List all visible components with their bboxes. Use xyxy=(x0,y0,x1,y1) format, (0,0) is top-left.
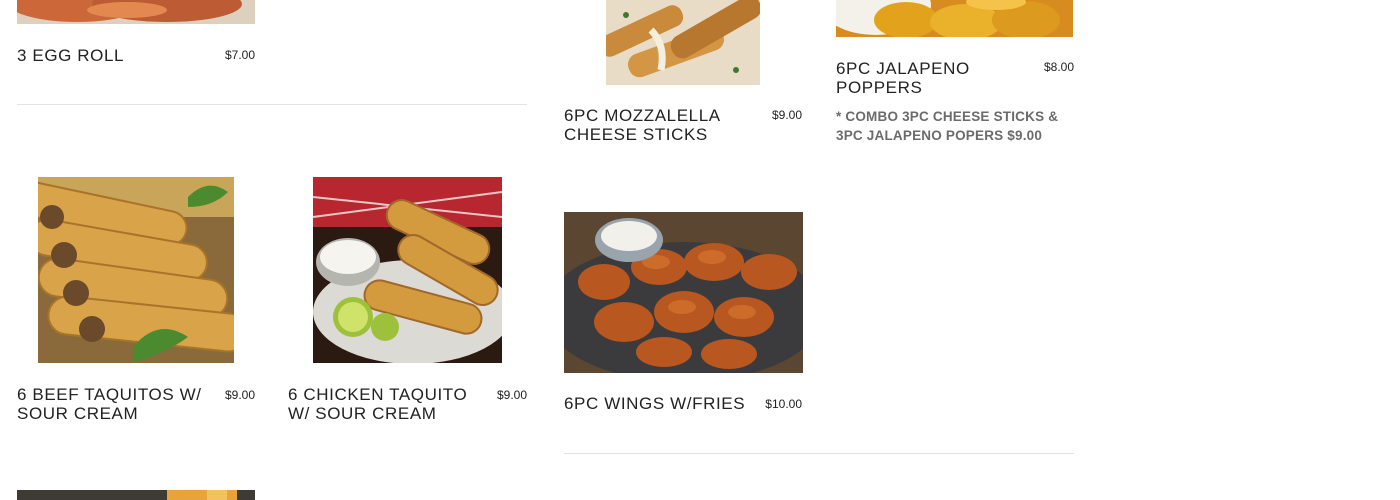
beef-taquitos-photo[interactable] xyxy=(38,177,234,363)
mozzarella-sticks-photo[interactable] xyxy=(606,0,760,85)
wings-photo[interactable] xyxy=(564,212,803,373)
chicken-taquito-photo[interactable] xyxy=(313,177,502,363)
item-price-wings: $10.00 xyxy=(765,397,802,411)
item-price-beef-taquitos: $9.00 xyxy=(224,388,255,402)
item-price-mozzarella-sticks: $9.00 xyxy=(771,108,802,122)
item-price-egg-roll: $7.00 xyxy=(224,48,255,62)
next-item-photo[interactable] xyxy=(17,490,255,500)
jalapeno-poppers-photo[interactable] xyxy=(836,0,1073,37)
egg-roll-photo[interactable] xyxy=(17,0,255,24)
item-price-chicken-taquito: $9.00 xyxy=(496,388,527,402)
row-divider xyxy=(17,104,527,105)
item-price-jalapeno-poppers: $8.00 xyxy=(1043,60,1074,74)
combo-note: * COMBO 3PC CHEESE STICKS & 3PC JALAPENO… xyxy=(836,109,1059,143)
row-divider xyxy=(564,453,1074,454)
